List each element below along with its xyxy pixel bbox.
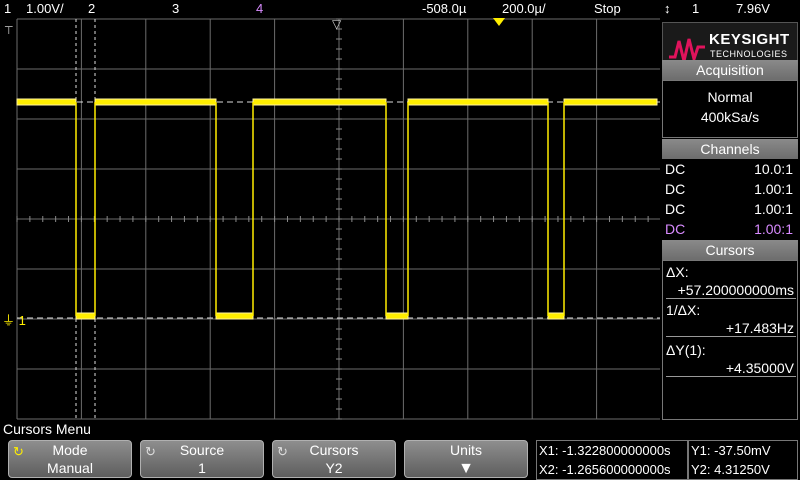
channel-row-4: DC 1.00:1 — [665, 219, 795, 239]
acquisition-rate: 400kSa/s — [700, 109, 760, 125]
trace-low-segment — [547, 312, 565, 320]
trace-high-segment — [16, 98, 77, 106]
trace-low-segment — [75, 312, 96, 320]
waveform-display[interactable]: ▽ ⊤ ⏚ 1 — [0, 18, 660, 420]
source-softkey-value: 1 — [198, 460, 206, 476]
channels-header: Channels — [662, 139, 798, 159]
mode-softkey-value: Manual — [47, 460, 93, 476]
mode-softkey[interactable]: ↻ Mode Manual — [8, 440, 132, 478]
channel-1-coupling: DC — [665, 161, 686, 177]
cursors-softkey-value: Y2 — [325, 460, 343, 476]
info-sidebar: KEYSIGHT TECHNOLOGIES Acquisition Normal… — [660, 18, 800, 420]
delta-y-label: ΔY(1): — [666, 342, 706, 358]
brand-name: KEYSIGHT — [709, 31, 790, 48]
delta-x-value: +57.200000000ms — [666, 281, 796, 299]
acquisition-header: Acquisition — [662, 60, 798, 80]
channel-3-probe: 1.00:1 — [754, 201, 793, 217]
trigger-slope-icon: ↕ — [664, 1, 671, 16]
channel-4-coupling: DC — [665, 221, 686, 237]
cursors-softkey-label: Cursors — [309, 442, 359, 458]
acquisition-mode: Normal — [707, 89, 753, 105]
brand-sub: TECHNOLOGIES — [710, 49, 788, 59]
mode-softkey-label: Mode — [52, 442, 88, 458]
trace-low-segment — [385, 312, 409, 320]
run-state: Stop — [594, 1, 621, 16]
channel-2-coupling: DC — [665, 181, 686, 197]
x1-readout: X1: -1.322800000000s — [539, 443, 671, 458]
cursors-panel: ΔX: +57.200000000ms 1/ΔX: +17.483Hz ΔY(1… — [662, 260, 798, 420]
source-softkey-label: Source — [179, 442, 225, 458]
inverse-delta-x-label: 1/ΔX: — [666, 302, 701, 318]
ch2-number[interactable]: 2 — [88, 1, 95, 16]
delta-y-value: +4.35000V — [666, 359, 796, 377]
cursors-header: Cursors — [662, 240, 798, 260]
time-reference-icon: ▽ — [332, 18, 342, 31]
ch4-number[interactable]: 4 — [256, 1, 263, 16]
ch1-ground-marker[interactable]: ⏚ 1 — [2, 310, 26, 329]
y1-readout: Y1: -37.50mV — [691, 443, 771, 458]
source-softkey[interactable]: ↻ Source 1 — [140, 440, 264, 478]
time-offset[interactable]: -508.0µ — [422, 1, 466, 16]
trace-high-segment — [94, 98, 217, 106]
ch1-scale[interactable]: 1.00V/ — [26, 1, 64, 16]
acquisition-panel: Normal 400kSa/s — [662, 80, 798, 138]
channel-1-probe: 10.0:1 — [754, 161, 793, 177]
channel-row-1: DC 10.0:1 — [665, 159, 795, 179]
channel-3-coupling: DC — [665, 201, 686, 217]
graticule: ▽ ⊤ — [0, 18, 660, 420]
trace-low-segment — [215, 312, 254, 320]
inverse-delta-x-value: +17.483Hz — [666, 319, 796, 337]
time-scale[interactable]: 200.0µ/ — [502, 1, 546, 16]
channel-row-3: DC 1.00:1 — [665, 199, 795, 219]
trace-high-segment — [252, 98, 387, 106]
units-softkey-label: Units — [450, 442, 482, 458]
cursors-softkey[interactable]: ↻ Cursors Y2 — [272, 440, 396, 478]
status-bar: 1 1.00V/ 2 3 4 -508.0µ 200.0µ/ Stop ↕ 1 … — [0, 0, 800, 18]
trigger-level[interactable]: 7.96V — [736, 1, 770, 16]
ch1-number[interactable]: 1 — [4, 1, 11, 16]
x2-readout: X2: -1.265600000000s — [539, 462, 671, 477]
trace-high-segment — [563, 98, 658, 106]
channel-row-2: DC 1.00:1 — [665, 179, 795, 199]
trigger-source[interactable]: 1 — [692, 1, 699, 16]
channels-panel: DC 10.0:1 DC 1.00:1 DC 1.00:1 DC 1.00:1 — [662, 159, 798, 241]
channel-2-probe: 1.00:1 — [754, 181, 793, 197]
ch3-number[interactable]: 3 — [172, 1, 179, 16]
x-cursor-readout: X1: -1.322800000000s X2: -1.265600000000… — [536, 440, 688, 480]
trace-high-segment — [407, 98, 549, 106]
channel-4-probe: 1.00:1 — [754, 221, 793, 237]
delta-x-label: ΔX: — [666, 264, 689, 280]
units-softkey[interactable]: Units ▼ — [404, 440, 528, 478]
submenu-arrow-icon: ▼ — [458, 460, 474, 477]
menu-title: Cursors Menu — [3, 421, 91, 437]
top-marker-icon: ⊤ — [4, 24, 14, 37]
y-cursor-readout: Y1: -37.50mV Y2: 4.31250V — [688, 440, 798, 480]
y2-readout: Y2: 4.31250V — [691, 462, 770, 477]
